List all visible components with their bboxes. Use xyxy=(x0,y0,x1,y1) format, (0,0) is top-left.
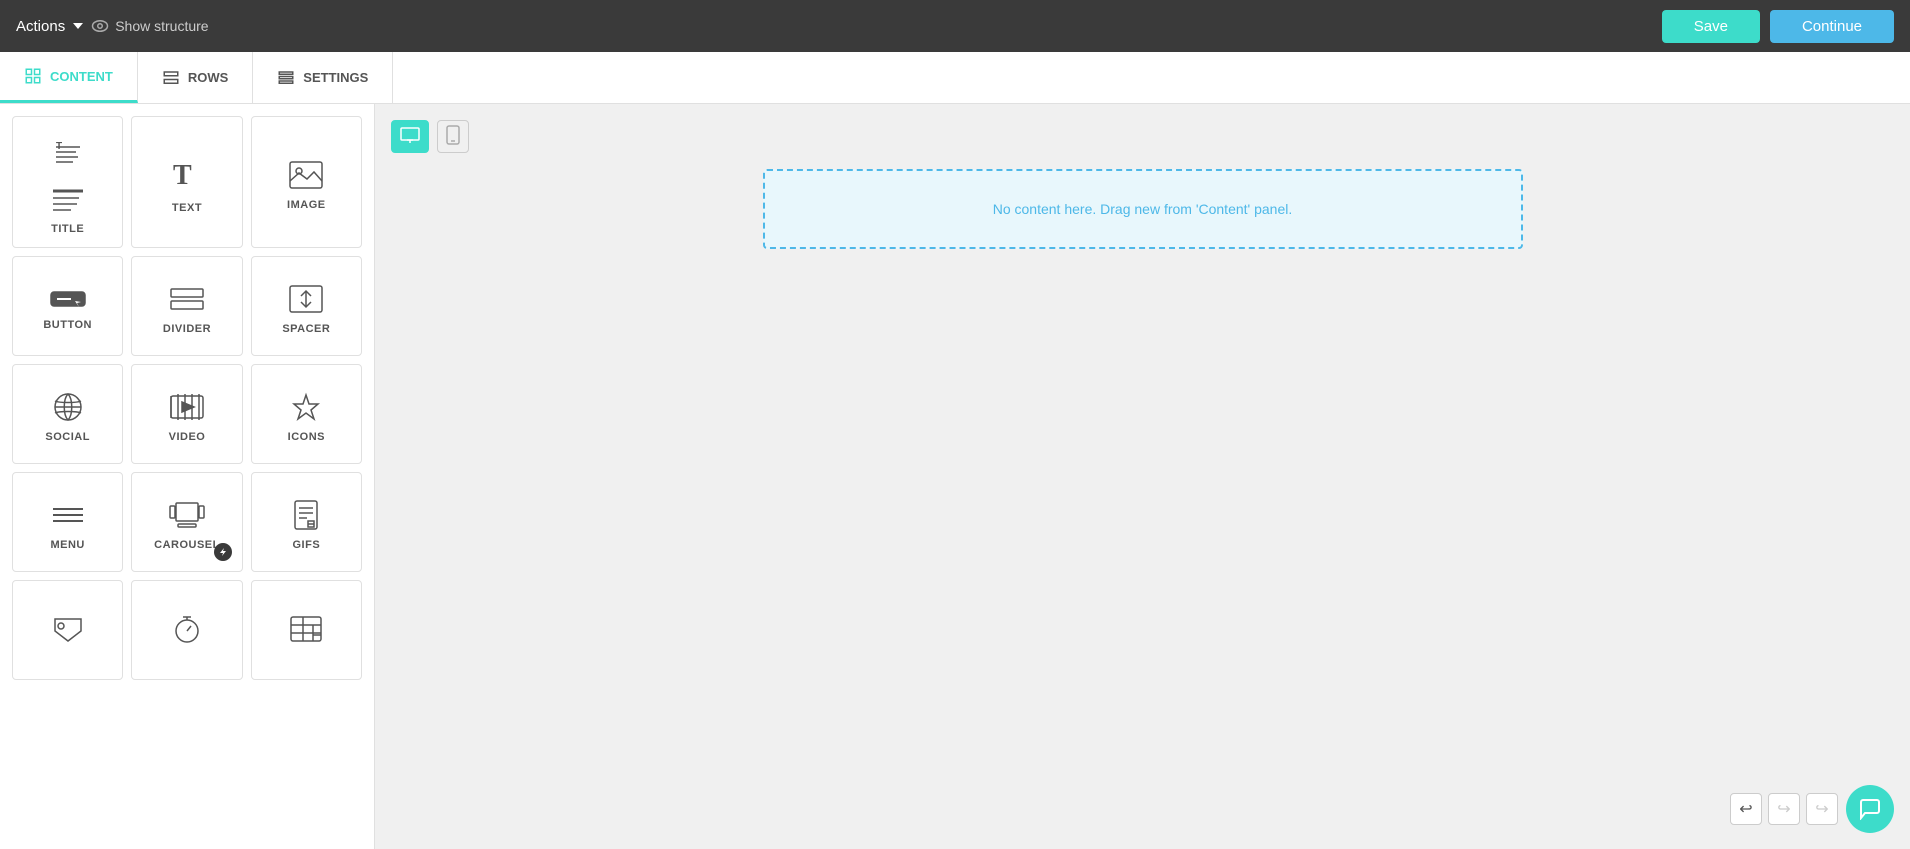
chat-button[interactable] xyxy=(1846,785,1894,833)
title-icon-custom xyxy=(49,183,87,215)
canvas-area: No content here. Drag new from 'Content'… xyxy=(375,104,1910,849)
lightning-icon xyxy=(218,547,228,557)
gifs-icon xyxy=(287,499,325,531)
gifs-item-label: GIFS xyxy=(292,539,320,551)
desktop-icon xyxy=(400,127,420,143)
button-item-label: BUTTON xyxy=(43,319,92,331)
carousel-item-label: CAROUSEL xyxy=(154,539,220,551)
carousel-icon xyxy=(168,499,206,531)
show-structure-label: Show structure xyxy=(115,18,208,34)
button-icon xyxy=(49,287,87,311)
tab-content[interactable]: CONTENT xyxy=(0,52,138,103)
chat-icon xyxy=(1859,798,1881,820)
content-item-text[interactable]: T TEXT xyxy=(131,116,242,248)
video-item-label: VIDEO xyxy=(169,431,206,443)
content-item-divider[interactable]: DIVIDER xyxy=(131,256,242,356)
content-item-spacer[interactable]: SPACER xyxy=(251,256,362,356)
show-structure-button[interactable]: Show structure xyxy=(91,17,208,35)
mobile-view-button[interactable] xyxy=(437,120,469,153)
topbar-left: Actions Show structure xyxy=(16,17,209,35)
menu-item-label: MENU xyxy=(50,539,84,551)
topbar-right: Save Continue xyxy=(1662,10,1894,43)
drop-zone-text: No content here. Drag new from 'Content'… xyxy=(993,201,1293,217)
continue-button[interactable]: Continue xyxy=(1770,10,1894,43)
settings-icon xyxy=(277,69,295,87)
spacer-icon xyxy=(287,283,325,315)
rows-icon xyxy=(162,69,180,87)
eye-icon xyxy=(91,17,109,35)
social-icon xyxy=(49,391,87,423)
text-icon: T xyxy=(168,156,206,194)
content-item-title[interactable]: T TITLE xyxy=(12,116,123,248)
canvas-drop-zone: No content here. Drag new from 'Content'… xyxy=(763,169,1523,249)
forward-button[interactable]: ↪ xyxy=(1806,793,1838,825)
main-layout: T TITLE T TEXT xyxy=(0,104,1910,849)
tab-settings[interactable]: SETTINGS xyxy=(253,52,393,103)
title-icon: T xyxy=(48,135,88,175)
content-item-icons[interactable]: ICONS xyxy=(251,364,362,464)
content-item-13[interactable] xyxy=(12,580,123,680)
content-item-menu[interactable]: MENU xyxy=(12,472,123,572)
tabbar: CONTENT ROWS SETTINGS xyxy=(0,52,1910,104)
divider-item-label: DIVIDER xyxy=(163,323,211,335)
content-item-gifs[interactable]: GIFS xyxy=(251,472,362,572)
tab-content-label: CONTENT xyxy=(50,69,113,84)
actions-button[interactable]: Actions xyxy=(16,18,83,35)
content-item-video[interactable]: VIDEO xyxy=(131,364,242,464)
icons-icon xyxy=(287,391,325,423)
topbar: Actions Show structure Save Continue xyxy=(0,0,1910,52)
content-item-social[interactable]: SOCIAL xyxy=(12,364,123,464)
icons-item-label: ICONS xyxy=(288,431,325,443)
save-button[interactable]: Save xyxy=(1662,10,1760,43)
content-item-15[interactable] xyxy=(251,580,362,680)
content-grid: T TITLE T TEXT xyxy=(12,116,362,680)
content-item-carousel[interactable]: CAROUSEL xyxy=(131,472,242,572)
tag-icon xyxy=(49,613,87,645)
tab-rows[interactable]: ROWS xyxy=(138,52,253,103)
spacer-item-label: SPACER xyxy=(282,323,330,335)
mobile-icon xyxy=(446,125,460,145)
undo-button[interactable]: ↩ xyxy=(1730,793,1762,825)
content-item-image[interactable]: IMAGE xyxy=(251,116,362,248)
image-icon xyxy=(287,159,325,191)
table-icon xyxy=(287,613,325,645)
tab-rows-label: ROWS xyxy=(188,70,228,85)
video-icon xyxy=(168,391,206,423)
redo-button[interactable]: ↪ xyxy=(1768,793,1800,825)
undo-redo: ↩ ↪ ↪ xyxy=(1730,793,1838,825)
tab-settings-label: SETTINGS xyxy=(303,70,368,85)
divider-icon xyxy=(168,283,206,315)
content-item-button[interactable]: BUTTON xyxy=(12,256,123,356)
content-item-14[interactable] xyxy=(131,580,242,680)
carousel-badge xyxy=(214,543,232,561)
desktop-view-button[interactable] xyxy=(391,120,429,153)
actions-label: Actions xyxy=(16,18,65,35)
svg-text:T: T xyxy=(56,141,62,152)
menu-icon xyxy=(49,499,87,531)
social-item-label: SOCIAL xyxy=(45,431,90,443)
image-item-label: IMAGE xyxy=(287,199,326,211)
text-item-label: TEXT xyxy=(172,202,202,214)
chevron-down-icon xyxy=(73,23,83,29)
title-item-label: TITLE xyxy=(51,223,84,235)
canvas-toolbar xyxy=(391,120,1894,153)
left-panel: T TITLE T TEXT xyxy=(0,104,375,849)
bottom-right: ↩ ↪ ↪ xyxy=(1730,785,1894,833)
grid-icon xyxy=(24,67,42,85)
svg-text:T: T xyxy=(173,160,192,191)
timer-icon xyxy=(168,613,206,645)
